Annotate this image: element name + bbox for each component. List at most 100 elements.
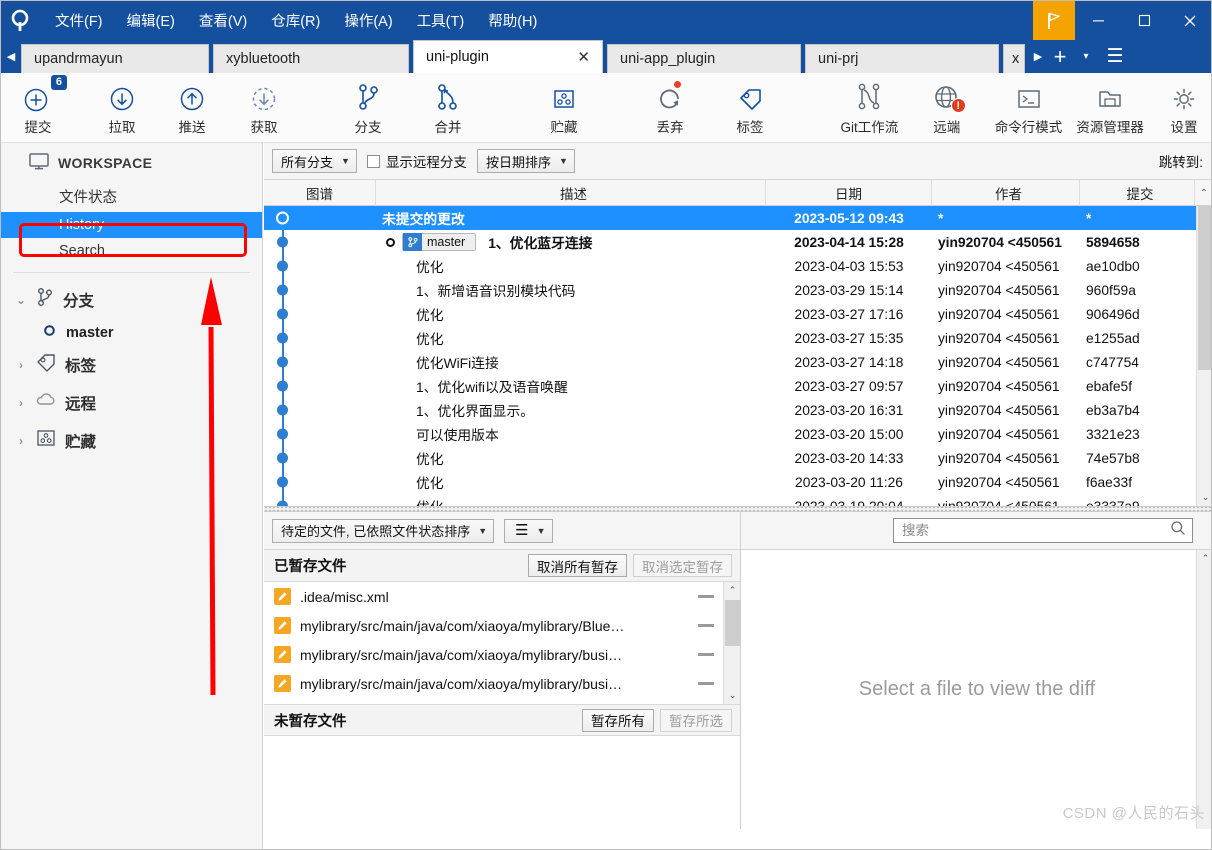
toolbar-explorer-button[interactable]: 资源管理器 — [1073, 75, 1147, 141]
table-row[interactable]: 优化WiFi连接 2023-03-27 14:18 yin920704 <450… — [264, 350, 1211, 374]
staged-list-scrollbar[interactable]: ⌃ ⌄ — [723, 582, 740, 704]
toolbar-remote-button[interactable]: ! 远端 — [918, 75, 976, 141]
tab-uni-plugin[interactable]: uni-plugin ✕ — [413, 40, 603, 73]
file-sort-select[interactable]: 待定的文件, 已依照文件状态排序 ▼ — [272, 518, 495, 543]
chevron-right-icon[interactable]: › — [15, 396, 27, 410]
commit-hash: eb3a7b4 — [1086, 402, 1140, 418]
sidebar-item-search[interactable]: Search — [1, 238, 262, 264]
menu-edit[interactable]: 编辑(E) — [115, 6, 187, 35]
new-tab-button[interactable]: + — [1045, 44, 1075, 70]
hamburger-menu-button[interactable]: ☰ — [1097, 45, 1133, 68]
tab-uni-prj[interactable]: uni-prj — [805, 44, 999, 73]
diff-scrollbar[interactable]: ⌃ — [1196, 550, 1211, 829]
checkbox-box[interactable] — [366, 154, 380, 168]
list-item[interactable]: mylibrary/src/main/java/com/xiaoya/mylib… — [264, 669, 740, 698]
table-row[interactable]: 1、优化界面显示。 2023-03-20 16:31 yin920704 <45… — [264, 398, 1211, 422]
sidebar-item-file-status[interactable]: 文件状态 — [1, 181, 262, 212]
tab-overflow-partial[interactable]: x — [1003, 44, 1025, 73]
sidebar-group-tags[interactable]: › 标签 — [1, 345, 262, 384]
search-icon[interactable] — [1170, 520, 1186, 541]
toolbar-terminal-button[interactable]: 命令行模式 — [992, 75, 1066, 141]
column-header-graph[interactable]: 图谱 — [264, 180, 376, 206]
chevron-right-icon[interactable]: › — [15, 434, 27, 448]
menu-file[interactable]: 文件(F) — [43, 6, 115, 35]
sidebar-group-stashes[interactable]: › 贮藏 — [1, 421, 262, 460]
scroll-up-button[interactable]: ⌃ — [1197, 550, 1211, 567]
scroll-down-button[interactable]: ⌄ — [724, 687, 740, 704]
menu-help[interactable]: 帮助(H) — [476, 6, 549, 35]
sidebar-item-master[interactable]: master — [1, 320, 262, 345]
unstage-file-button[interactable] — [698, 624, 714, 627]
table-row[interactable]: 可以使用版本 2023-03-20 15:00 yin920704 <45056… — [264, 422, 1211, 446]
tab-scroll-right-button[interactable]: ▶ — [1031, 50, 1045, 63]
tab-xybluetooth[interactable]: xybluetooth — [213, 44, 409, 73]
unstage-file-button[interactable] — [698, 595, 714, 598]
tab-uni-app-plugin[interactable]: uni-app_plugin — [607, 44, 801, 73]
chevron-down-icon[interactable]: ⌄ — [15, 293, 27, 307]
stage-all-button[interactable]: 暂存所有 — [582, 708, 654, 732]
menu-actions[interactable]: 操作(A) — [332, 6, 404, 35]
sidebar-group-branches[interactable]: ⌄ 分支 — [1, 279, 262, 320]
unstage-selected-button[interactable]: 取消选定暂存 — [633, 554, 732, 577]
toolbar-push-button[interactable]: 推送 — [163, 75, 221, 141]
scroll-down-button[interactable]: ⌄ — [1197, 489, 1211, 506]
table-row[interactable]: 1、优化wifi以及语音唤醒 2023-03-27 09:57 yin92070… — [264, 374, 1211, 398]
sidebar-group-remotes[interactable]: › 远程 — [1, 384, 262, 421]
table-row[interactable]: master 1、优化蓝牙连接 2023-04-14 15:28 yin9207… — [264, 230, 1211, 254]
tab-close-icon[interactable]: ✕ — [577, 50, 590, 65]
unstage-file-button[interactable] — [698, 682, 714, 685]
stage-selected-button[interactable]: 暂存所选 — [660, 708, 732, 732]
unstage-all-button[interactable]: 取消所有暂存 — [528, 554, 627, 577]
file-view-menu-button[interactable]: ☰ ▼ — [504, 518, 553, 543]
show-remote-branches-checkbox[interactable]: 显示远程分支 — [366, 151, 467, 171]
toolbar-tag-button[interactable]: 标签 — [721, 75, 779, 141]
column-header-author[interactable]: 作者 — [932, 180, 1080, 206]
table-row[interactable]: 优化 2023-03-27 15:35 yin920704 <450561 e1… — [264, 326, 1211, 350]
column-header-date[interactable]: 日期 — [766, 180, 932, 206]
toolbar-discard-button[interactable]: 丢弃 — [641, 75, 699, 141]
table-row[interactable]: 优化 2023-03-20 11:26 yin920704 <450561 f6… — [264, 470, 1211, 494]
search-input[interactable] — [902, 523, 1170, 538]
menu-view[interactable]: 查看(V) — [187, 6, 259, 35]
list-item[interactable]: mylibrary/src/main/java/com/xiaoya/mylib… — [264, 611, 740, 640]
table-row[interactable]: 优化 2023-03-27 17:16 yin920704 <450561 90… — [264, 302, 1211, 326]
scrollbar-thumb[interactable] — [725, 600, 740, 646]
scrollbar-thumb[interactable] — [1198, 206, 1211, 370]
scroll-up-button[interactable]: ⌃ — [724, 582, 740, 599]
close-button[interactable] — [1167, 1, 1211, 40]
sidebar-item-history[interactable]: History — [1, 212, 262, 238]
toolbar-fetch-button[interactable]: 获取 — [235, 75, 293, 141]
toolbar-pull-button[interactable]: 拉取 — [93, 75, 151, 141]
toolbar-stash-button[interactable]: 贮藏 — [535, 75, 593, 141]
branch-chip[interactable]: master — [402, 233, 477, 251]
tab-dropdown-button[interactable]: ▾ — [1075, 51, 1097, 62]
tab-scroll-left-button[interactable]: ◀ — [1, 40, 21, 73]
chevron-right-icon[interactable]: › — [15, 358, 27, 372]
list-item[interactable]: .idea/misc.xml — [264, 582, 740, 611]
branch-filter-select[interactable]: 所有分支 ▼ — [272, 149, 357, 173]
table-row[interactable]: 未提交的更改 2023-05-12 09:43 * * — [264, 206, 1211, 230]
maximize-button[interactable] — [1121, 1, 1167, 40]
tab-upandrmayun[interactable]: upandrmayun — [21, 44, 209, 73]
sort-order-select[interactable]: 按日期排序 ▼ — [476, 149, 575, 173]
toolbar-commit-button[interactable]: 6 提交 — [9, 75, 67, 141]
column-header-description[interactable]: 描述 — [376, 180, 766, 206]
commit-list-scrollbar[interactable]: ⌃ ⌄ — [1196, 206, 1211, 506]
menu-repository[interactable]: 仓库(R) — [259, 6, 332, 35]
list-item[interactable]: mylibrary/src/main/java/com/xiaoya/mylib… — [264, 640, 740, 669]
unstage-file-button[interactable] — [698, 653, 714, 656]
toolbar-gitflow-button[interactable]: Git工作流 — [837, 75, 902, 141]
toolbar-branch-button[interactable]: 分支 — [339, 75, 397, 141]
toolbar-merge-button[interactable]: 合并 — [419, 75, 477, 141]
search-box[interactable] — [893, 518, 1193, 543]
table-row[interactable]: 优化 2023-04-03 15:53 yin920704 <450561 ae… — [264, 254, 1211, 278]
minimize-button[interactable] — [1075, 1, 1121, 40]
table-row[interactable]: 优化 2023-03-20 14:33 yin920704 <450561 74… — [264, 446, 1211, 470]
table-row[interactable]: 1、新增语音识别模块代码 2023-03-29 15:14 yin920704 … — [264, 278, 1211, 302]
table-row[interactable]: 优化 2023-03-19 20:04 yin920704 <450561 e3… — [264, 494, 1211, 506]
toolbar-settings-button[interactable]: 设置 — [1155, 75, 1211, 141]
unstaged-files-list[interactable] — [264, 736, 740, 829]
column-header-commit[interactable]: 提交 — [1080, 180, 1195, 206]
flag-button[interactable] — [1033, 1, 1075, 40]
menu-tools[interactable]: 工具(T) — [405, 6, 477, 35]
